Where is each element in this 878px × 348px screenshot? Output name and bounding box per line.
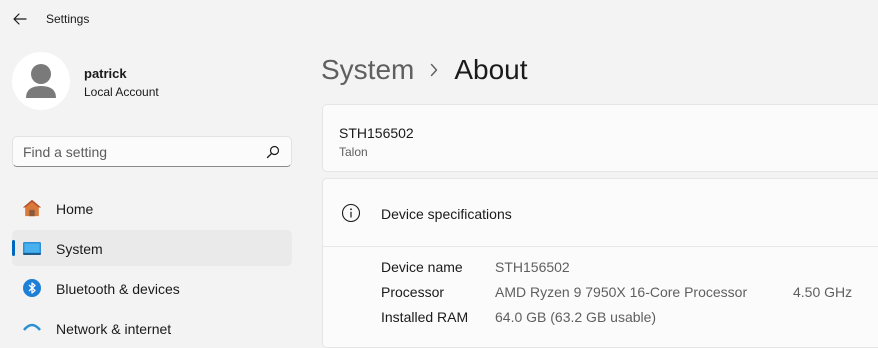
spec-value: 64.0 GB (63.2 GB usable) xyxy=(495,309,657,325)
sidebar-item-home[interactable]: Home xyxy=(12,190,292,226)
search-input[interactable] xyxy=(23,143,253,161)
search-box xyxy=(12,136,292,167)
profile-name: patrick xyxy=(84,66,127,81)
spec-label: Installed RAM xyxy=(381,309,469,325)
spec-label: Processor xyxy=(381,284,445,300)
sidebar-item-label: Network & internet xyxy=(56,321,172,337)
info-icon xyxy=(341,203,361,223)
profile-account-type: Local Account xyxy=(84,85,159,99)
spec-value: AMD Ryzen 9 7950X 16-Core Processor xyxy=(495,284,748,300)
sidebar-item-bluetooth[interactable]: Bluetooth & devices xyxy=(12,270,292,306)
bluetooth-icon xyxy=(22,278,42,298)
device-specifications-header[interactable]: Device specifications xyxy=(323,179,878,247)
spec-row-device-name: Device name STH156502 xyxy=(381,259,878,279)
selection-indicator xyxy=(12,240,15,256)
spec-clock-speed: 4.50 GHz xyxy=(793,284,853,300)
spec-row-installed-ram: Installed RAM 64.0 GB (63.2 GB usable) xyxy=(381,309,878,329)
home-icon xyxy=(22,198,42,218)
device-name-card: STH156502 Talon xyxy=(322,104,878,172)
device-name: STH156502 xyxy=(339,125,414,141)
device-specifications-title: Device specifications xyxy=(381,206,512,222)
spec-value: STH156502 xyxy=(495,259,570,275)
app-title: Settings xyxy=(46,12,90,26)
breadcrumb: System About xyxy=(321,50,528,90)
back-arrow-icon xyxy=(13,13,27,25)
sidebar-item-network[interactable]: Network & internet xyxy=(12,310,292,346)
breadcrumb-parent[interactable]: System xyxy=(321,54,414,86)
back-button[interactable] xyxy=(6,6,34,32)
spec-row-processor: Processor AMD Ryzen 9 7950X 16-Core Proc… xyxy=(381,284,878,304)
sidebar-item-system[interactable]: System xyxy=(12,230,292,266)
page-title: About xyxy=(454,54,528,85)
sidebar-item-label: System xyxy=(56,241,103,257)
device-model: Talon xyxy=(339,145,368,159)
title-bar: Settings xyxy=(0,0,878,38)
user-icon xyxy=(26,64,56,98)
network-icon xyxy=(22,318,42,338)
chevron-right-icon xyxy=(414,60,454,80)
sidebar-item-label: Bluetooth & devices xyxy=(56,281,180,297)
spec-label: Device name xyxy=(381,259,463,275)
avatar[interactable] xyxy=(12,52,70,110)
system-icon xyxy=(22,238,42,258)
sidebar-item-label: Home xyxy=(56,201,94,217)
search-icon[interactable] xyxy=(266,145,280,159)
device-specifications-card: Device specifications Device name STH156… xyxy=(322,178,878,348)
